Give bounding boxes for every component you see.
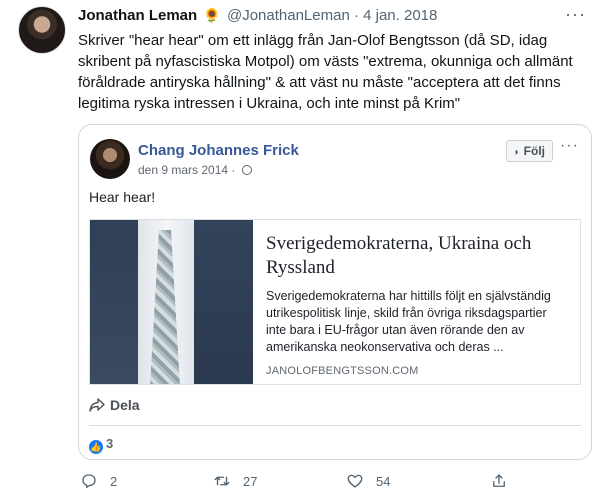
author-handle[interactable]: @JonathanLeman [227, 7, 350, 24]
link-preview[interactable]: Sverigedemokraterna, Ukraina och Rysslan… [89, 219, 581, 385]
embedded-post-date[interactable]: den 9 mars 2014 · [138, 163, 252, 177]
divider [89, 425, 581, 426]
link-title[interactable]: Sverigedemokraterna, Ukraina och Rysslan… [266, 232, 570, 280]
embedded-author-avatar[interactable] [90, 139, 130, 179]
tweet-header: Jonathan Leman 🌻 @JonathanLeman · 4 jan.… [78, 7, 560, 29]
link-preview-image [90, 220, 253, 384]
heart-icon [347, 474, 363, 488]
separator-dot: · [353, 7, 359, 24]
reply-button[interactable]: 2 [80, 472, 117, 490]
more-options-icon[interactable]: ··· [565, 4, 586, 25]
globe-icon [241, 165, 252, 175]
link-description: Sverigedemokraterna har hittills följt e… [266, 289, 551, 354]
retweet-button[interactable]: 27 [213, 472, 257, 490]
thumbs-up-icon: 👍 [89, 440, 103, 454]
like-count: 54 [376, 473, 391, 489]
reply-count: 2 [110, 473, 118, 489]
reactions-summary[interactable]: 👍 3 [89, 436, 113, 454]
author-avatar[interactable] [18, 6, 66, 54]
embedded-facebook-post[interactable]: Chang Johannes Frick den 9 mars 2014 · ◗… [78, 124, 592, 460]
embedded-author-name[interactable]: Chang Johannes Frick [138, 142, 299, 159]
image-jacket-left [90, 220, 142, 384]
link-domain: JANOLOFBENGTSSON.COM [266, 365, 419, 377]
retweet-count: 27 [243, 473, 258, 489]
reactions-count: 3 [106, 436, 114, 451]
embedded-post-text: Hear hear! [89, 189, 156, 205]
follow-button[interactable]: ◗ Följ [505, 140, 553, 162]
sunflower-emoji-icon: 🌻 [203, 7, 221, 23]
tweet-date[interactable]: 4 jan. 2018 [363, 7, 437, 24]
tweet-actions: 2 27 54 [80, 472, 590, 494]
share-label: Dela [110, 397, 140, 413]
upload-icon [493, 474, 505, 487]
follow-label: Följ [523, 144, 545, 158]
link-preview-body: Sverigedemokraterna, Ukraina och Rysslan… [266, 232, 570, 377]
like-button[interactable]: 54 [346, 472, 390, 490]
image-jacket-right [194, 220, 253, 384]
share-button[interactable]: Dela [89, 397, 140, 414]
share-tweet-button[interactable] [490, 472, 520, 490]
rss-icon: ◗ [513, 147, 520, 158]
embedded-more-icon[interactable]: ··· [560, 137, 579, 155]
embedded-date-text: den 9 mars 2014 [138, 163, 229, 177]
reply-icon [82, 474, 96, 489]
tweet-text: Skriver "hear hear" om ett inlägg från J… [78, 32, 573, 112]
share-arrow-icon [89, 397, 105, 414]
author-name[interactable]: Jonathan Leman [78, 7, 197, 24]
retweet-icon [214, 476, 230, 486]
